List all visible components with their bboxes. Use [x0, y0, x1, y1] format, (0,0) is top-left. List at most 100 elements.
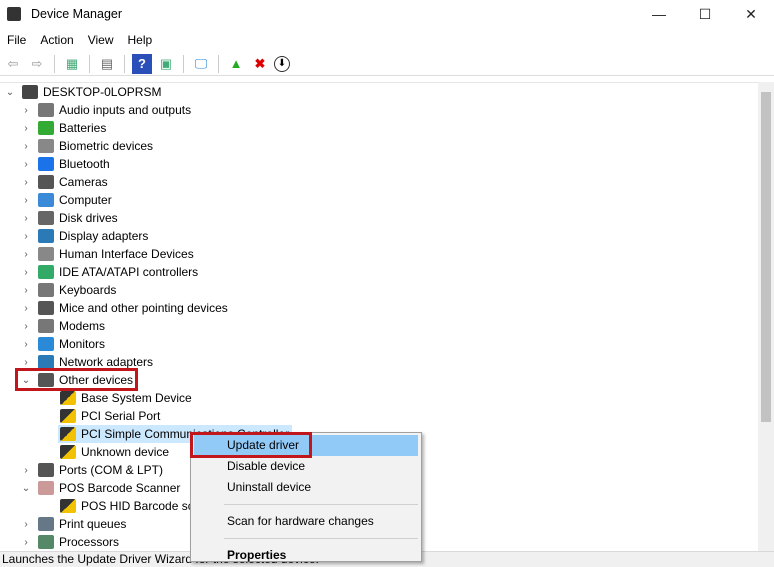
- menu-item-properties[interactable]: Properties: [194, 545, 418, 566]
- tree-category[interactable]: › Bluetooth: [20, 155, 110, 173]
- uninstall-icon[interactable]: ✖: [250, 54, 270, 74]
- scrollbar-thumb[interactable]: [761, 92, 771, 422]
- close-button[interactable]: ✕: [728, 0, 774, 28]
- enable-device-icon[interactable]: ⬇: [274, 55, 290, 72]
- help-icon[interactable]: ?: [132, 53, 152, 74]
- vertical-scrollbar[interactable]: [758, 82, 774, 551]
- chevron-right-icon[interactable]: ›: [20, 213, 32, 224]
- tree-label: Display adapters: [59, 229, 149, 243]
- menu-separator: [224, 504, 418, 505]
- tree-label: Disk drives: [59, 211, 118, 225]
- tree-category[interactable]: › IDE ATA/ATAPI controllers: [20, 263, 198, 281]
- tree-category[interactable]: › Mice and other pointing devices: [20, 299, 228, 317]
- chevron-right-icon[interactable]: ›: [20, 537, 32, 548]
- tree-label: IDE ATA/ATAPI controllers: [59, 265, 199, 279]
- processor-icon: [38, 535, 54, 549]
- chevron-right-icon[interactable]: ›: [20, 231, 32, 242]
- tree-category[interactable]: › Ports (COM & LPT): [20, 461, 163, 479]
- minimize-button[interactable]: —: [636, 0, 682, 28]
- tree-category[interactable]: › Disk drives: [20, 209, 118, 227]
- tree-label: Modems: [59, 319, 106, 333]
- tree-category[interactable]: › Keyboards: [20, 281, 116, 299]
- chevron-right-icon[interactable]: ›: [20, 105, 32, 116]
- device-manager-icon: [7, 7, 21, 21]
- tree-label: Network adapters: [59, 355, 154, 369]
- printer-icon: [38, 517, 54, 531]
- category-icon: [38, 211, 54, 225]
- chevron-right-icon[interactable]: ›: [20, 519, 32, 530]
- chevron-right-icon[interactable]: ›: [20, 249, 32, 260]
- category-icon: [38, 265, 54, 279]
- barcode-scanner-icon: [38, 481, 54, 495]
- scan-hardware-icon[interactable]: 🖵: [191, 54, 211, 74]
- tree-label: Batteries: [59, 121, 107, 135]
- tree-category[interactable]: ⌄ POS Barcode Scanner: [20, 479, 180, 497]
- tree-device[interactable]: Unknown device: [60, 443, 169, 461]
- chevron-right-icon[interactable]: ›: [20, 339, 32, 350]
- tree-category[interactable]: › Biometric devices: [20, 137, 153, 155]
- warning-icon: [60, 445, 76, 459]
- update-driver-icon[interactable]: ▲: [226, 54, 246, 74]
- tree-label: Human Interface Devices: [59, 247, 194, 261]
- maximize-button[interactable]: ☐: [682, 0, 728, 28]
- tree-label: Cameras: [59, 175, 108, 189]
- computer-icon: [22, 85, 38, 99]
- tree-label: Keyboards: [59, 283, 117, 297]
- chevron-right-icon[interactable]: ›: [20, 141, 32, 152]
- warning-icon: [60, 391, 76, 405]
- tree-category[interactable]: › Modems: [20, 317, 105, 335]
- tree-category[interactable]: › Display adapters: [20, 227, 148, 245]
- chevron-down-icon[interactable]: ⌄: [20, 483, 32, 494]
- tree-category[interactable]: › Print queues: [20, 515, 126, 533]
- chevron-right-icon[interactable]: ›: [20, 267, 32, 278]
- menu-item-uninstall-device[interactable]: Uninstall device: [194, 477, 418, 498]
- chevron-right-icon[interactable]: ›: [20, 159, 32, 170]
- properties-icon[interactable]: ▤: [97, 54, 117, 74]
- tree-root[interactable]: ⌄ DESKTOP-0LOPRSM: [4, 83, 161, 101]
- title-bar: Device Manager — ☐ ✕: [0, 0, 774, 28]
- tree-category[interactable]: › Batteries: [20, 119, 106, 137]
- tree-category[interactable]: › Cameras: [20, 173, 108, 191]
- show-hide-console-icon[interactable]: ▦: [62, 54, 82, 74]
- forward-icon[interactable]: ⇨: [27, 54, 47, 74]
- tree-category[interactable]: › Computer: [20, 191, 112, 209]
- highlight-box: [190, 432, 312, 458]
- chevron-right-icon[interactable]: ›: [20, 321, 32, 332]
- tree-device[interactable]: PCI Serial Port: [60, 407, 160, 425]
- menu-item-disable-device[interactable]: Disable device: [194, 456, 418, 477]
- category-icon: [38, 319, 54, 333]
- chevron-right-icon[interactable]: ›: [20, 465, 32, 476]
- chevron-down-icon[interactable]: ⌄: [4, 87, 16, 98]
- tree-category[interactable]: › Processors: [20, 533, 119, 551]
- toolbar-separator: [124, 54, 125, 73]
- category-icon: [38, 103, 54, 117]
- tree-category[interactable]: › Monitors: [20, 335, 105, 353]
- tree-category[interactable]: › Human Interface Devices: [20, 245, 194, 263]
- tree-device[interactable]: Base System Device: [60, 389, 192, 407]
- menu-view[interactable]: View: [81, 30, 121, 50]
- menu-file[interactable]: File: [0, 30, 33, 50]
- tree-label: Bluetooth: [59, 157, 110, 171]
- warning-icon: [60, 409, 76, 423]
- chevron-right-icon[interactable]: ›: [20, 303, 32, 314]
- tree-label: Monitors: [59, 337, 106, 351]
- category-icon: [38, 229, 54, 243]
- tree-label: POS Barcode Scanner: [59, 481, 181, 495]
- tree-label: Processors: [59, 535, 120, 549]
- category-icon: [38, 157, 54, 171]
- tree-label: PCI Serial Port: [81, 409, 161, 423]
- action-pane-icon[interactable]: ▣: [156, 54, 176, 74]
- back-icon[interactable]: ⇦: [3, 54, 23, 74]
- chevron-right-icon[interactable]: ›: [20, 195, 32, 206]
- menu-item-scan-hardware[interactable]: Scan for hardware changes: [194, 511, 418, 532]
- chevron-right-icon[interactable]: ›: [20, 123, 32, 134]
- chevron-right-icon[interactable]: ›: [20, 285, 32, 296]
- chevron-right-icon[interactable]: ›: [20, 177, 32, 188]
- tree-category[interactable]: › Audio inputs and outputs: [20, 101, 191, 119]
- chevron-right-icon[interactable]: ›: [20, 357, 32, 368]
- menu-action[interactable]: Action: [33, 30, 80, 50]
- warning-icon: [60, 499, 76, 513]
- menu-help[interactable]: Help: [121, 30, 160, 50]
- window-title: Device Manager: [31, 7, 123, 21]
- category-icon: [38, 139, 54, 153]
